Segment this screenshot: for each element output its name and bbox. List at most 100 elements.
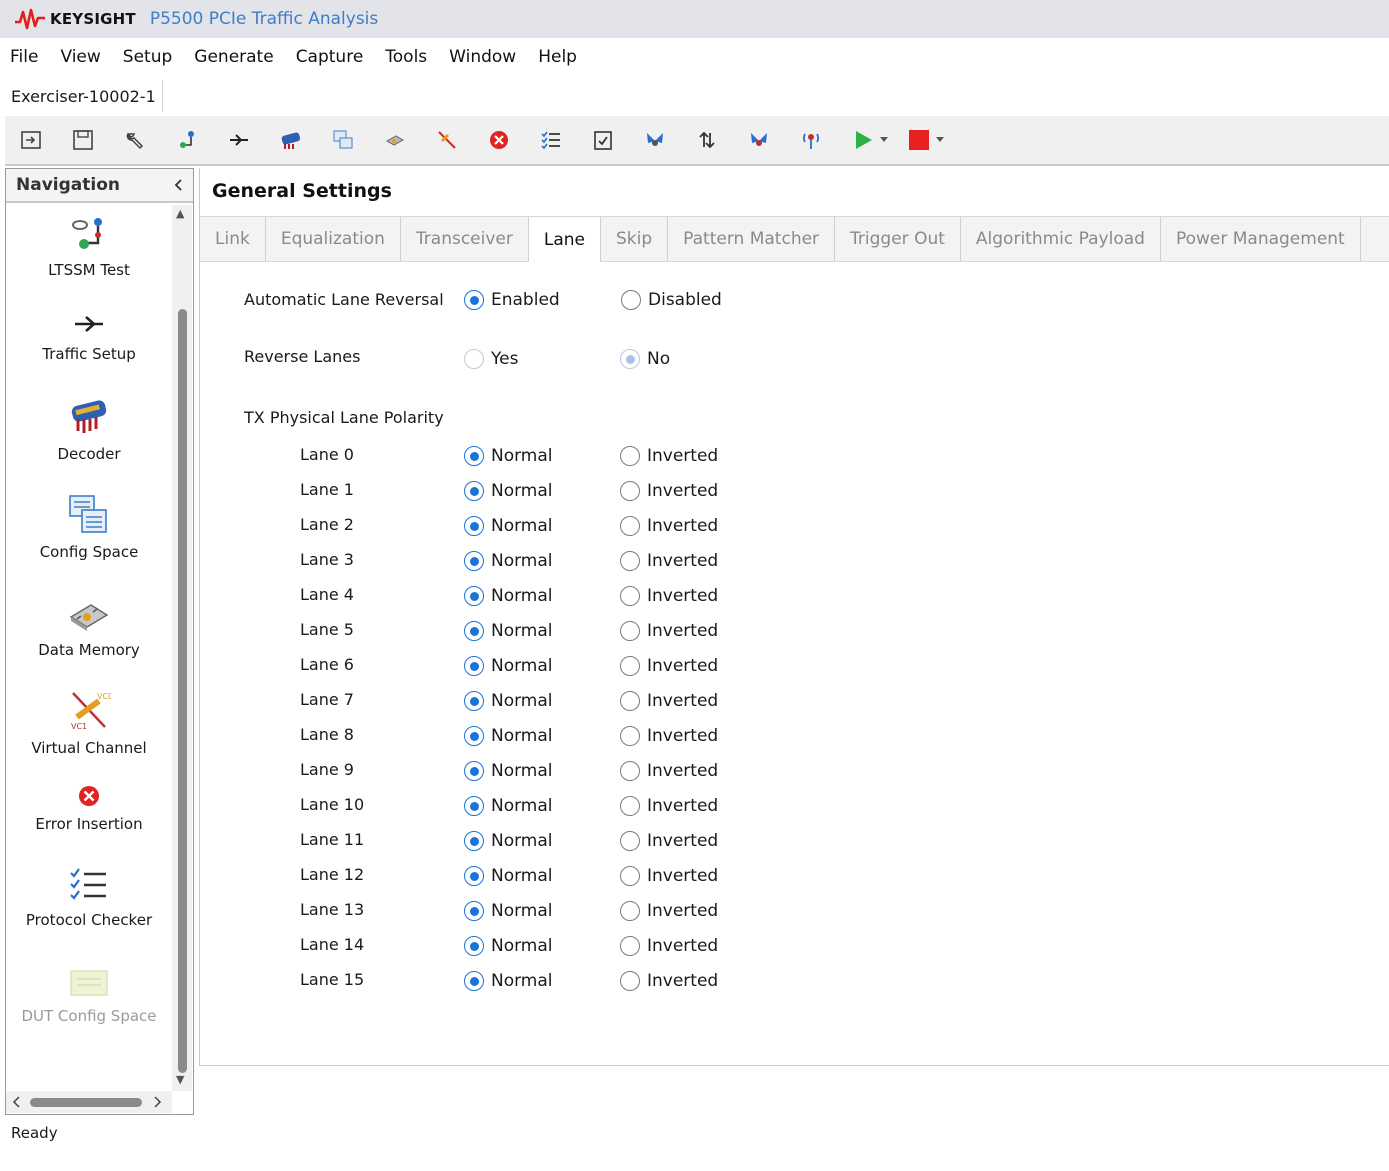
antenna-button[interactable] <box>785 118 837 162</box>
protocol-checker-button[interactable] <box>525 118 577 162</box>
auto-lane-reversal-disabled[interactable]: Disabled <box>621 290 722 310</box>
tab-pattern-matcher[interactable]: Pattern Matcher <box>668 217 836 261</box>
lane-0-inverted-radio[interactable]: Inverted <box>620 446 718 466</box>
lane-0-normal-radio[interactable]: Normal <box>464 446 553 466</box>
nav-item-data-memory[interactable]: Data Memory <box>6 595 172 659</box>
radio-indicator[interactable] <box>464 761 484 781</box>
radio-indicator[interactable] <box>620 586 640 606</box>
nav-item-protocol-checker[interactable]: Protocol Checker <box>6 865 172 929</box>
ltssm-button[interactable] <box>161 118 213 162</box>
open-button[interactable] <box>5 118 57 162</box>
tab-skip[interactable]: Skip <box>601 217 669 261</box>
navigation-horizontal-scrollbar[interactable] <box>6 1091 172 1113</box>
scroll-down-icon[interactable]: ▼ <box>176 1073 184 1086</box>
radio-indicator[interactable] <box>620 971 640 991</box>
navigation-vertical-scrollbar[interactable]: ▲ ▼ <box>172 205 192 1091</box>
config-space-button[interactable] <box>317 118 369 162</box>
tab-trigger-out[interactable]: Trigger Out <box>835 217 961 261</box>
tab-transceiver[interactable]: Transceiver <box>401 217 529 261</box>
radio-indicator[interactable] <box>621 290 641 310</box>
capture-button[interactable] <box>733 118 785 162</box>
radio-indicator[interactable] <box>464 936 484 956</box>
radio-indicator[interactable] <box>464 971 484 991</box>
error-insertion-button[interactable] <box>473 118 525 162</box>
nav-item-dut-config-space[interactable]: DUT Config Space <box>6 965 172 1025</box>
scroll-thumb-horizontal[interactable] <box>30 1098 142 1107</box>
lane-5-normal-radio[interactable]: Normal <box>464 621 553 641</box>
lane-6-normal-radio[interactable]: Normal <box>464 656 553 676</box>
lane-6-inverted-radio[interactable]: Inverted <box>620 656 718 676</box>
menu-tools[interactable]: Tools <box>385 47 427 67</box>
nav-item-traffic-setup[interactable]: Traffic Setup <box>6 309 172 363</box>
radio-indicator[interactable] <box>620 936 640 956</box>
lane-1-inverted-radio[interactable]: Inverted <box>620 481 718 501</box>
lane-1-normal-radio[interactable]: Normal <box>464 481 553 501</box>
traffic-button[interactable] <box>213 118 265 162</box>
data-memory-button[interactable] <box>369 118 421 162</box>
virtual-channel-button[interactable] <box>421 118 473 162</box>
scroll-thumb[interactable] <box>178 309 187 1073</box>
lane-5-inverted-radio[interactable]: Inverted <box>620 621 718 641</box>
decoder-button[interactable] <box>265 118 317 162</box>
lane-7-normal-radio[interactable]: Normal <box>464 691 553 711</box>
radio-indicator[interactable] <box>620 691 640 711</box>
radio-indicator[interactable] <box>464 796 484 816</box>
lane-11-normal-radio[interactable]: Normal <box>464 831 553 851</box>
radio-indicator[interactable] <box>620 551 640 571</box>
radio-indicator[interactable] <box>464 691 484 711</box>
menu-help[interactable]: Help <box>538 47 577 67</box>
radio-indicator[interactable] <box>464 551 484 571</box>
menu-capture[interactable]: Capture <box>296 47 364 67</box>
butterfly-button[interactable] <box>629 118 681 162</box>
radio-indicator[interactable] <box>620 621 640 641</box>
lane-3-inverted-radio[interactable]: Inverted <box>620 551 718 571</box>
menu-setup[interactable]: Setup <box>123 47 172 67</box>
lane-15-inverted-radio[interactable]: Inverted <box>620 971 718 991</box>
radio-indicator[interactable] <box>464 349 484 369</box>
lane-13-normal-radio[interactable]: Normal <box>464 901 553 921</box>
radio-indicator[interactable] <box>620 726 640 746</box>
scroll-left-icon[interactable] <box>12 1096 20 1108</box>
lane-3-normal-radio[interactable]: Normal <box>464 551 553 571</box>
menu-generate[interactable]: Generate <box>194 47 273 67</box>
menu-view[interactable]: View <box>60 47 100 67</box>
radio-indicator[interactable] <box>620 516 640 536</box>
nav-item-decoder[interactable]: Decoder <box>6 395 172 463</box>
radio-indicator[interactable] <box>464 901 484 921</box>
radio-indicator[interactable] <box>620 901 640 921</box>
nav-item-error-insertion[interactable]: Error Insertion <box>6 783 172 833</box>
reverse-lanes-yes[interactable]: Yes <box>464 349 518 369</box>
lane-8-inverted-radio[interactable]: Inverted <box>620 726 718 746</box>
lane-10-inverted-radio[interactable]: Inverted <box>620 796 718 816</box>
collapse-chevron-icon[interactable] <box>173 178 183 192</box>
radio-indicator[interactable] <box>464 866 484 886</box>
radio-indicator[interactable] <box>464 290 484 310</box>
radio-indicator[interactable] <box>464 726 484 746</box>
lane-13-inverted-radio[interactable]: Inverted <box>620 901 718 921</box>
radio-indicator[interactable] <box>620 481 640 501</box>
tab-algorithmic-payload[interactable]: Algorithmic Payload <box>961 217 1161 261</box>
auto-lane-reversal-enabled[interactable]: Enabled <box>464 290 560 310</box>
lane-4-normal-radio[interactable]: Normal <box>464 586 553 606</box>
lane-9-inverted-radio[interactable]: Inverted <box>620 761 718 781</box>
radio-indicator[interactable] <box>464 446 484 466</box>
lane-14-normal-radio[interactable]: Normal <box>464 936 553 956</box>
radio-indicator[interactable] <box>464 621 484 641</box>
nav-item-config-space[interactable]: Config Space <box>6 493 172 561</box>
lane-7-inverted-radio[interactable]: Inverted <box>620 691 718 711</box>
tab-link[interactable]: Link <box>200 217 266 261</box>
nav-item-ltssm-test[interactable]: LTSSM Test <box>6 215 172 279</box>
radio-indicator[interactable] <box>620 796 640 816</box>
lane-12-inverted-radio[interactable]: Inverted <box>620 866 718 886</box>
radio-indicator[interactable] <box>464 516 484 536</box>
radio-indicator[interactable] <box>620 446 640 466</box>
lane-2-inverted-radio[interactable]: Inverted <box>620 516 718 536</box>
tab-equalization[interactable]: Equalization <box>266 217 401 261</box>
lane-14-inverted-radio[interactable]: Inverted <box>620 936 718 956</box>
lane-11-inverted-radio[interactable]: Inverted <box>620 831 718 851</box>
nav-item-virtual-channel[interactable]: VC0 VC1 Virtual Channel <box>6 689 172 757</box>
lane-15-normal-radio[interactable]: Normal <box>464 971 553 991</box>
tab-lane[interactable]: Lane <box>528 217 601 262</box>
run-button[interactable] <box>837 118 889 162</box>
radio-indicator[interactable] <box>464 481 484 501</box>
